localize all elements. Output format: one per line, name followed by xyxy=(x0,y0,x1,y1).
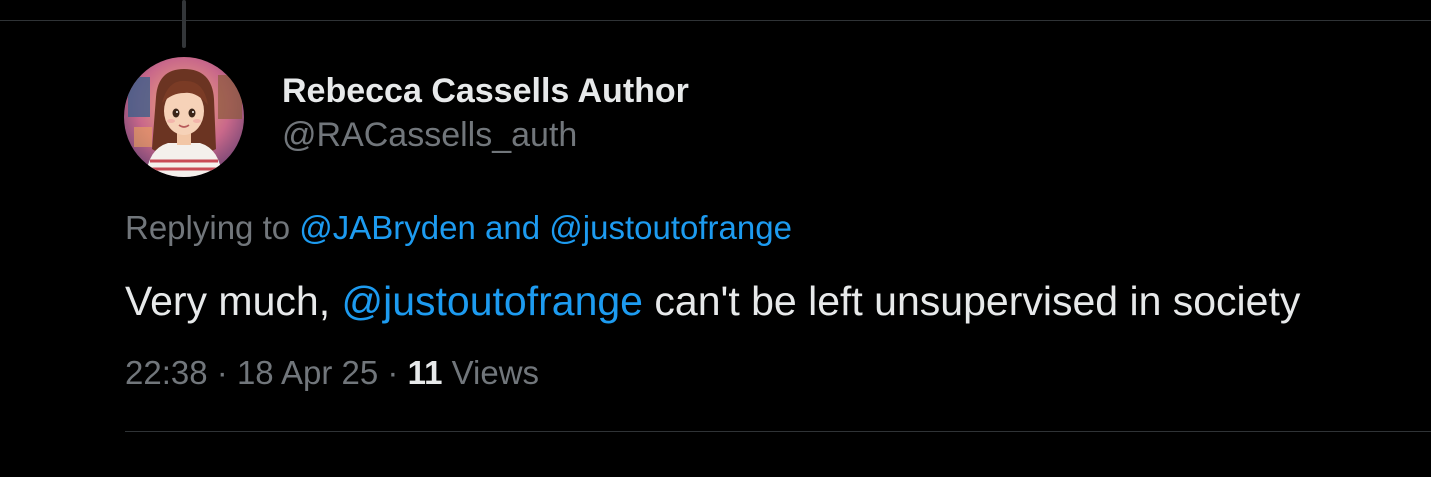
author-handle[interactable]: @RACassells_auth xyxy=(282,116,577,155)
avatar-illustration-icon xyxy=(124,57,244,177)
replying-to-label: Replying to xyxy=(125,209,291,246)
views-label[interactable]: Views xyxy=(452,354,539,391)
top-divider xyxy=(0,20,1431,21)
tweet-meta: 22:38 · 18 Apr 25 · 11 Views xyxy=(125,354,539,392)
views-count[interactable]: 11 xyxy=(408,354,443,391)
tweet-mention-link[interactable]: @justoutofrange xyxy=(342,278,643,324)
tweet-timestamp[interactable]: 22:38 xyxy=(125,354,208,391)
tweet-text-after: can't be left unsupervised in society xyxy=(654,278,1301,324)
bottom-divider xyxy=(125,431,1431,432)
tweet-text: Very much, @justoutofrange can't be left… xyxy=(125,278,1300,325)
avatar[interactable] xyxy=(124,57,244,177)
replying-to-line: Replying to @JABryden and @justoutofrang… xyxy=(125,209,792,247)
meta-separator: · xyxy=(216,354,228,391)
meta-separator: · xyxy=(387,354,399,391)
thread-connector-line xyxy=(182,0,186,48)
mention-link-jabryden[interactable]: @JABryden xyxy=(299,209,476,246)
replying-conjunction[interactable]: and xyxy=(485,209,540,246)
mention-link-justoutofrange[interactable]: @justoutofrange xyxy=(549,209,792,246)
tweet-date[interactable]: 18 Apr 25 xyxy=(237,354,378,391)
author-display-name[interactable]: Rebecca Cassells Author xyxy=(282,72,689,111)
tweet-text-before: Very much, xyxy=(125,278,331,324)
